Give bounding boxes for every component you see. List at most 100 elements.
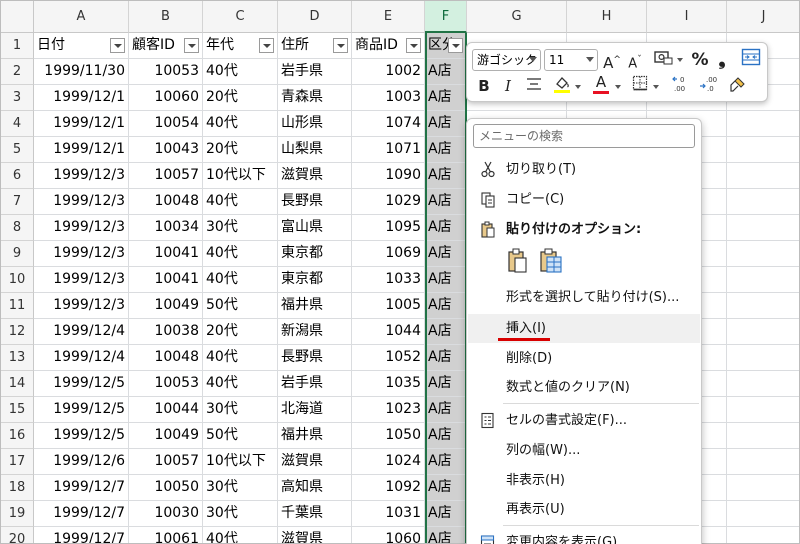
data-cell[interactable]: 30代	[203, 215, 278, 241]
data-cell[interactable]: 1071	[352, 137, 425, 163]
data-cell[interactable]: 30代	[203, 501, 278, 527]
align-center-button[interactable]	[524, 75, 544, 97]
column-header-e[interactable]: E	[352, 1, 425, 33]
data-cell[interactable]: 10代以下	[203, 449, 278, 475]
data-cell[interactable]: A店	[425, 527, 467, 543]
empty-cell[interactable]	[727, 215, 799, 241]
menu-item-clear-contents[interactable]: 数式と値のクリア(N)	[468, 373, 700, 402]
filter-dropdown-icon[interactable]	[406, 38, 421, 53]
data-cell[interactable]: 10053	[129, 59, 203, 85]
menu-item-unhide[interactable]: 再表示(U)	[468, 495, 700, 524]
data-cell[interactable]: 40代	[203, 189, 278, 215]
data-cell[interactable]: A店	[425, 371, 467, 397]
chevron-down-icon[interactable]	[575, 85, 581, 89]
data-cell[interactable]: 10057	[129, 163, 203, 189]
data-cell[interactable]: 1999/12/4	[34, 319, 129, 345]
data-cell[interactable]: 50代	[203, 423, 278, 449]
data-cell[interactable]: 10034	[129, 215, 203, 241]
empty-cell[interactable]	[727, 137, 799, 163]
data-cell[interactable]: A店	[425, 215, 467, 241]
percent-style-button[interactable]: %	[689, 49, 711, 71]
row-header[interactable]: 8	[1, 215, 34, 241]
data-cell[interactable]: 高知県	[278, 475, 352, 501]
data-cell[interactable]: 1999/12/3	[34, 189, 129, 215]
data-cell[interactable]: 滋賀県	[278, 527, 352, 543]
accounting-format-button[interactable]	[650, 49, 676, 71]
data-cell[interactable]: 30代	[203, 475, 278, 501]
row-header[interactable]: 13	[1, 345, 34, 371]
data-cell[interactable]: 10060	[129, 85, 203, 111]
menu-item-hide[interactable]: 非表示(H)	[468, 466, 700, 495]
data-cell[interactable]: 20代	[203, 85, 278, 111]
data-cell[interactable]: 1999/12/7	[34, 475, 129, 501]
paste-option-paste-button[interactable]	[505, 247, 531, 275]
data-cell[interactable]: A店	[425, 345, 467, 371]
data-cell[interactable]: 10048	[129, 189, 203, 215]
column-header-f[interactable]: F	[425, 1, 467, 33]
data-cell[interactable]: 1999/12/1	[34, 137, 129, 163]
data-cell[interactable]: A店	[425, 397, 467, 423]
row-header[interactable]: 6	[1, 163, 34, 189]
filter-dropdown-icon[interactable]	[259, 38, 274, 53]
filter-dropdown-icon[interactable]	[333, 38, 348, 53]
comma-style-button[interactable]: ❟	[714, 49, 730, 71]
data-cell[interactable]: 1033	[352, 267, 425, 293]
menu-search-input[interactable]: メニューの検索	[473, 124, 695, 148]
data-cell[interactable]: A店	[425, 163, 467, 189]
data-cell[interactable]: 1052	[352, 345, 425, 371]
data-cell[interactable]: 滋賀県	[278, 163, 352, 189]
row-header[interactable]: 16	[1, 423, 34, 449]
data-cell[interactable]: 1023	[352, 397, 425, 423]
data-cell[interactable]: 20代	[203, 319, 278, 345]
font-color-button[interactable]: A	[591, 74, 611, 96]
column-header-j[interactable]: J	[727, 1, 799, 33]
data-cell[interactable]: 滋賀県	[278, 449, 352, 475]
data-cell[interactable]: 青森県	[278, 85, 352, 111]
data-cell[interactable]: 40代	[203, 267, 278, 293]
data-cell[interactable]: A店	[425, 137, 467, 163]
data-cell[interactable]: 10050	[129, 475, 203, 501]
data-cell[interactable]: 10043	[129, 137, 203, 163]
paste-option-keep-width-button[interactable]	[537, 247, 565, 275]
decrease-decimal-button[interactable]: .00 .0	[698, 75, 720, 97]
menu-item-format-cells[interactable]: セルの書式設定(F)...	[468, 406, 700, 435]
filter-dropdown-icon[interactable]	[110, 38, 125, 53]
italic-button[interactable]: I	[500, 75, 516, 97]
header-cell[interactable]: 商品ID	[352, 33, 425, 59]
data-cell[interactable]: 岩手県	[278, 371, 352, 397]
data-cell[interactable]: 山梨県	[278, 137, 352, 163]
menu-item-cut[interactable]: 切り取り(T)	[468, 155, 700, 184]
fill-color-button[interactable]	[551, 74, 573, 96]
select-all-corner[interactable]	[1, 1, 34, 33]
row-header[interactable]: 10	[1, 267, 34, 293]
data-cell[interactable]: 1003	[352, 85, 425, 111]
header-cell[interactable]: 年代	[203, 33, 278, 59]
data-cell[interactable]: A店	[425, 449, 467, 475]
data-cell[interactable]: 1999/12/5	[34, 397, 129, 423]
data-cell[interactable]: A店	[425, 267, 467, 293]
column-header-c[interactable]: C	[203, 1, 278, 33]
data-cell[interactable]: 1999/12/1	[34, 85, 129, 111]
row-header[interactable]: 9	[1, 241, 34, 267]
data-cell[interactable]: 10057	[129, 449, 203, 475]
data-cell[interactable]: 10053	[129, 371, 203, 397]
row-header[interactable]: 12	[1, 319, 34, 345]
empty-cell[interactable]	[727, 501, 799, 527]
menu-item-copy[interactable]: コピー(C)	[468, 185, 700, 214]
data-cell[interactable]: A店	[425, 85, 467, 111]
data-cell[interactable]: 1044	[352, 319, 425, 345]
header-cell[interactable]: 日付	[34, 33, 129, 59]
empty-cell[interactable]	[727, 189, 799, 215]
column-header-a[interactable]: A	[34, 1, 129, 33]
empty-cell[interactable]	[727, 267, 799, 293]
empty-cell[interactable]	[727, 449, 799, 475]
merge-center-button[interactable]	[739, 48, 763, 70]
row-header[interactable]: 20	[1, 527, 34, 543]
data-cell[interactable]: 40代	[203, 345, 278, 371]
data-cell[interactable]: 1069	[352, 241, 425, 267]
data-cell[interactable]: A店	[425, 423, 467, 449]
chevron-down-icon[interactable]	[653, 85, 659, 89]
format-painter-button[interactable]	[727, 75, 749, 97]
empty-cell[interactable]	[727, 397, 799, 423]
row-header[interactable]: 5	[1, 137, 34, 163]
